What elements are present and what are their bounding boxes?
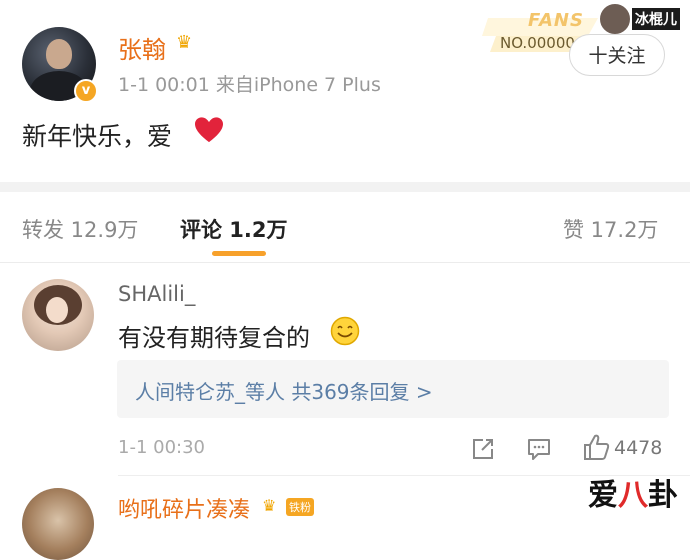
watermark-part-1: 爱 (588, 478, 618, 513)
tabs-divider (0, 262, 690, 263)
post-time: 1-1 00:01 (118, 74, 210, 96)
next-commenter-avatar[interactable] (22, 488, 94, 560)
tab-likes[interactable]: 赞 17.2万 (563, 214, 658, 244)
section-divider (0, 182, 690, 192)
tab-repost[interactable]: 转发 12.9万 (22, 214, 138, 244)
next-commenter-name[interactable]: 哟吼碎片凑凑 (118, 492, 250, 524)
fans-number: NO.00000 (500, 34, 575, 52)
replies-link[interactable]: 人间特仑苏_等人 共369条回复 > (135, 376, 433, 405)
commenter-name[interactable]: SHAlili_ (118, 282, 195, 306)
commenter-avatar[interactable] (22, 279, 94, 351)
tab-comments[interactable]: 评论 1.2万 (180, 214, 288, 244)
verified-badge: v (74, 79, 98, 103)
post-author-name[interactable]: 张翰 (118, 30, 166, 65)
post-source: 来自iPhone 7 Plus (215, 74, 381, 96)
like-icon[interactable] (582, 432, 610, 462)
crown-icon: ♛ (262, 496, 277, 515)
watermark-logo: 爱八卦 (588, 470, 678, 514)
like-count: 4478 (614, 437, 663, 459)
smiley-icon (330, 316, 360, 346)
comment-text: 有没有期待复合的 (118, 324, 310, 352)
comment-time: 1-1 00:30 (118, 437, 205, 458)
post-text: 新年快乐，爱 (22, 122, 173, 151)
fans-label: 冰棍儿 (632, 8, 680, 30)
fans-avatar (598, 2, 632, 36)
comment-icon[interactable] (526, 436, 552, 462)
post-meta: 1-1 00:01 来自iPhone 7 Plus (118, 70, 381, 97)
watermark-part-2: 八 (618, 478, 648, 513)
crown-icon: ♛ (176, 32, 193, 53)
follow-button[interactable]: 十关注 (569, 34, 665, 76)
fan-badge: 铁粉 (286, 498, 314, 516)
fans-title: FANS (528, 10, 584, 31)
heart-icon (195, 117, 223, 143)
watermark-part-3: 卦 (648, 478, 678, 513)
share-icon[interactable] (470, 436, 496, 462)
active-tab-indicator (212, 251, 266, 256)
